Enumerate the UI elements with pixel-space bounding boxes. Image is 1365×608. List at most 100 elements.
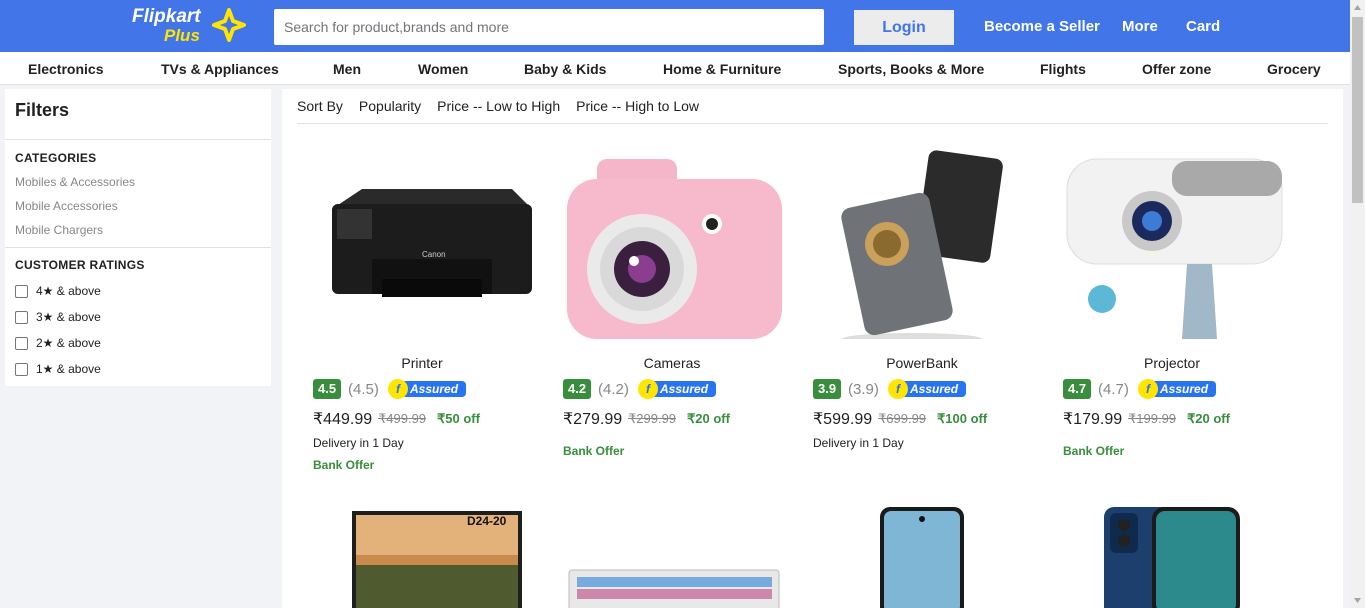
powerbank-image <box>841 150 1003 339</box>
svg-text:Assured: Assured <box>409 382 459 396</box>
product-mrp: ₹199.99 <box>1128 411 1177 426</box>
become-seller-link[interactable]: Become a Seller <box>984 18 1100 35</box>
delivery-info: Delivery in 1 Day <box>813 436 904 450</box>
product-name[interactable]: Projector <box>1062 355 1282 371</box>
product-mrp: ₹299.99 <box>628 411 677 426</box>
product-discount: ₹100 off <box>937 411 988 426</box>
page-scrollbar[interactable] <box>1350 0 1365 608</box>
nav-home-furniture[interactable]: Home & Furniture <box>663 61 781 77</box>
svg-text:D24-20: D24-20 <box>467 514 507 528</box>
product-price: ₹599.99 <box>813 411 873 428</box>
checkbox[interactable] <box>15 362 28 376</box>
bank-offer[interactable]: Bank Offer <box>563 444 624 458</box>
keyboard-image <box>568 569 780 608</box>
more-link[interactable]: More <box>1122 18 1158 35</box>
rating-filter-1[interactable]: 1★ & above <box>15 362 101 376</box>
product-price: ₹279.99 <box>563 411 623 428</box>
nav-flights[interactable]: Flights <box>1040 61 1086 77</box>
sort-bar: Sort By Popularity Price -- Low to High … <box>297 89 1328 124</box>
category-nav: Electronics TVs & Appliances Men Women B… <box>0 52 1350 85</box>
nav-grocery[interactable]: Grocery <box>1267 61 1321 77</box>
assured-badge-icon: f Assured <box>638 379 716 399</box>
filters-panel: Filters CATEGORIES Mobiles & Accessories… <box>5 89 271 386</box>
category-mobile-accessories[interactable]: Mobile Accessories <box>15 199 118 213</box>
checkbox[interactable] <box>15 310 28 324</box>
ratings-heading: CUSTOMER RATINGS <box>15 258 145 272</box>
rating-badge: 4.5 <box>313 379 342 399</box>
scroll-down-icon[interactable] <box>1350 593 1365 608</box>
filters-title: Filters <box>15 100 70 120</box>
sort-price-low-high[interactable]: Price -- Low to High <box>437 98 560 114</box>
product-name[interactable]: Printer <box>312 355 532 371</box>
category-mobiles-accessories[interactable]: Mobiles & Accessories <box>15 175 135 189</box>
svg-text:Assured: Assured <box>909 382 959 396</box>
checkbox[interactable] <box>15 336 28 350</box>
product-discount: ₹20 off <box>1187 411 1230 426</box>
scroll-thumb[interactable] <box>1352 17 1363 203</box>
nav-tvs-appliances[interactable]: TVs & Appliances <box>161 61 279 77</box>
projector-image <box>1066 158 1283 339</box>
scroll-up-icon[interactable] <box>1350 0 1365 15</box>
checkbox[interactable] <box>15 284 28 298</box>
nav-baby-kids[interactable]: Baby & Kids <box>524 61 606 77</box>
rating-count: (3.9) <box>848 381 879 398</box>
delivery-info: Delivery in 1 Day <box>313 436 404 450</box>
rating-label: 1★ & above <box>36 362 101 376</box>
svg-text:Canon: Canon <box>422 250 446 259</box>
monitor-image: D24-20 <box>352 511 522 608</box>
search-input[interactable] <box>274 9 824 45</box>
product-name[interactable]: PowerBank <box>812 355 1032 371</box>
nav-offer-zone[interactable]: Offer zone <box>1142 61 1211 77</box>
product-price: ₹179.99 <box>1063 411 1123 428</box>
product-price: ₹449.99 <box>313 411 373 428</box>
svg-text:Assured: Assured <box>1159 382 1209 396</box>
rating-badge: 3.9 <box>813 379 842 399</box>
nav-sports-books[interactable]: Sports, Books & More <box>838 61 984 77</box>
bank-offer[interactable]: Bank Offer <box>1063 444 1124 458</box>
product-discount: ₹20 off <box>687 411 730 426</box>
rating-label: 4★ & above <box>36 284 101 298</box>
smartphone-image <box>880 507 964 608</box>
rating-filter-4[interactable]: 4★ & above <box>15 284 101 298</box>
nav-electronics[interactable]: Electronics <box>28 61 103 77</box>
plus-star-icon <box>212 8 246 42</box>
card-link[interactable]: Card <box>1186 18 1220 35</box>
sort-price-high-low[interactable]: Price -- High to Low <box>576 98 699 114</box>
assured-badge-icon: f Assured <box>888 379 966 399</box>
product-card[interactable] <box>878 505 1108 608</box>
svg-text:Assured: Assured <box>659 382 709 396</box>
sort-popularity[interactable]: Popularity <box>359 98 421 114</box>
rating-label: 2★ & above <box>36 336 101 350</box>
product-mrp: ₹699.99 <box>878 411 927 426</box>
bank-offer[interactable]: Bank Offer <box>313 458 374 472</box>
camera-image <box>567 159 782 339</box>
top-header: Flipkart Plus Login Become a Seller More… <box>0 0 1350 52</box>
rating-count: (4.5) <box>348 381 379 398</box>
nav-women[interactable]: Women <box>418 61 468 77</box>
login-button[interactable]: Login <box>854 10 954 45</box>
categories-heading: CATEGORIES <box>15 151 97 165</box>
rating-filter-3[interactable]: 3★ & above <box>15 310 101 324</box>
rating-badge: 4.2 <box>563 379 592 399</box>
nav-men[interactable]: Men <box>333 61 361 77</box>
flipkart-logo[interactable]: Flipkart Plus <box>130 6 250 46</box>
rating-label: 3★ & above <box>36 310 101 324</box>
assured-badge-icon: f Assured <box>388 379 466 399</box>
product-mrp: ₹499.99 <box>378 411 427 426</box>
product-card[interactable] <box>567 565 797 608</box>
divider <box>5 247 271 248</box>
sort-label: Sort By <box>297 98 343 114</box>
product-card[interactable] <box>1102 505 1332 608</box>
product-listing: Sort By Popularity Price -- Low to High … <box>282 89 1343 608</box>
logo-sub-text: Plus <box>164 26 200 45</box>
category-mobile-chargers[interactable]: Mobile Chargers <box>15 223 103 237</box>
iphone-image <box>1104 507 1240 608</box>
rating-count: (4.2) <box>598 381 629 398</box>
product-card[interactable]: D24-20 <box>347 505 577 608</box>
rating-badge: 4.7 <box>1063 379 1092 399</box>
assured-badge-icon: f Assured <box>1138 379 1216 399</box>
logo-text: Flipkart <box>132 6 201 27</box>
rating-filter-2[interactable]: 2★ & above <box>15 336 101 350</box>
product-name[interactable]: Cameras <box>562 355 782 371</box>
rating-count: (4.7) <box>1098 381 1129 398</box>
